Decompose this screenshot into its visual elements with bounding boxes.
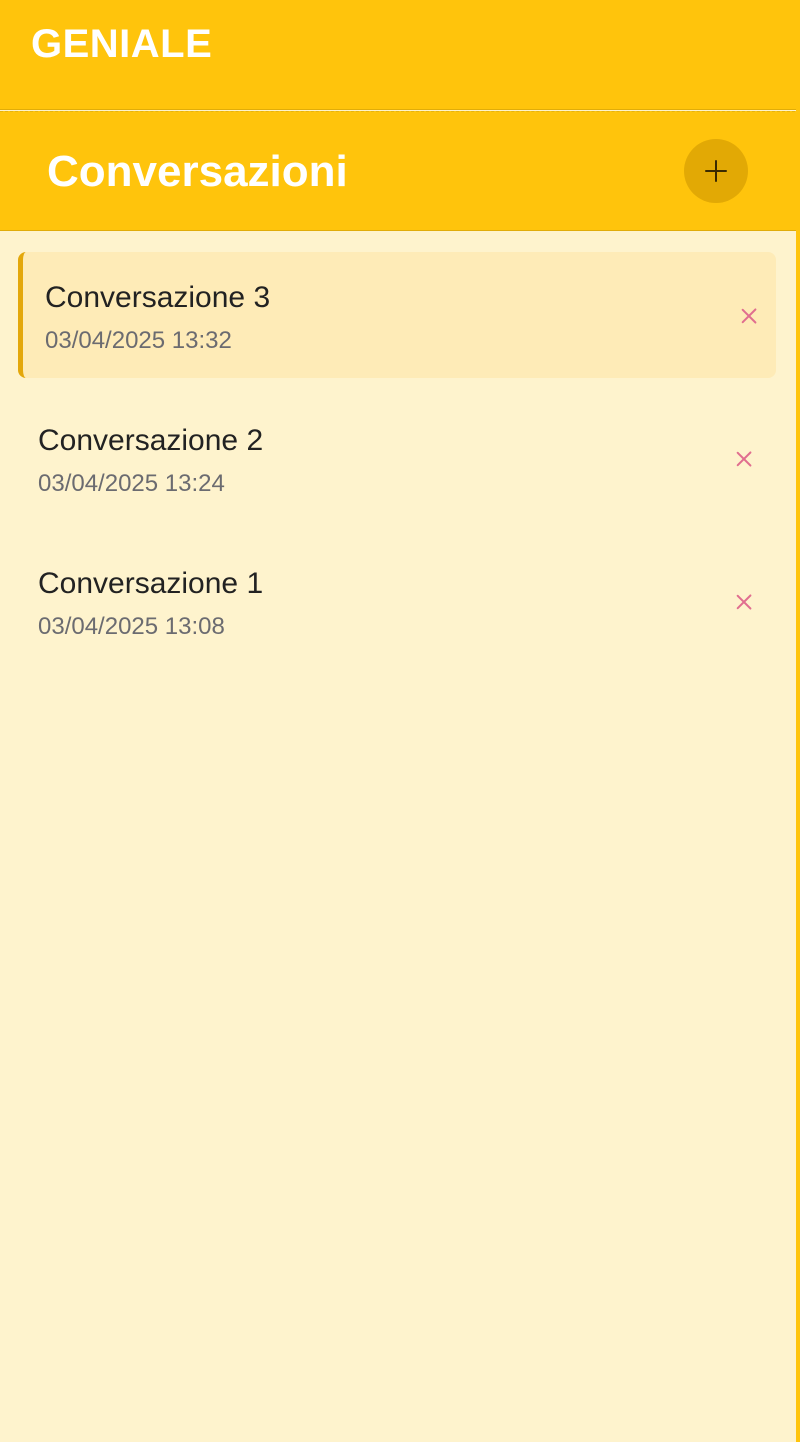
- app-title: GENIALE: [31, 22, 213, 66]
- conversation-item[interactable]: Conversazione 3 03/04/2025 13:32: [18, 252, 776, 378]
- conversation-item[interactable]: Conversazione 1 03/04/2025 13:08: [18, 538, 776, 664]
- conversation-date: 03/04/2025 13:08: [38, 613, 225, 640]
- conversation-name: Conversazione 2: [38, 424, 264, 457]
- delete-conversation-button[interactable]: [730, 588, 758, 616]
- conversation-date: 03/04/2025 13:32: [45, 327, 232, 354]
- conversation-name: Conversazione 1: [38, 567, 264, 600]
- app-window: GENIALE Conversazioni Conversazione 3 03…: [0, 0, 800, 1442]
- right-edge-strip: [796, 0, 800, 1442]
- conversations-header: Conversazioni: [0, 111, 800, 231]
- delete-conversation-button[interactable]: [730, 445, 758, 473]
- app-header: GENIALE: [0, 0, 800, 110]
- delete-conversation-button[interactable]: [735, 302, 763, 330]
- conversation-date: 03/04/2025 13:24: [38, 470, 225, 497]
- close-icon: [739, 306, 759, 326]
- close-icon: [734, 592, 754, 612]
- conversation-item[interactable]: Conversazione 2 03/04/2025 13:24: [18, 395, 776, 521]
- conversation-name: Conversazione 3: [45, 281, 271, 314]
- conversations-title: Conversazioni: [47, 147, 348, 196]
- plus-icon: [705, 160, 727, 182]
- close-icon: [734, 449, 754, 469]
- new-conversation-button[interactable]: [684, 139, 748, 203]
